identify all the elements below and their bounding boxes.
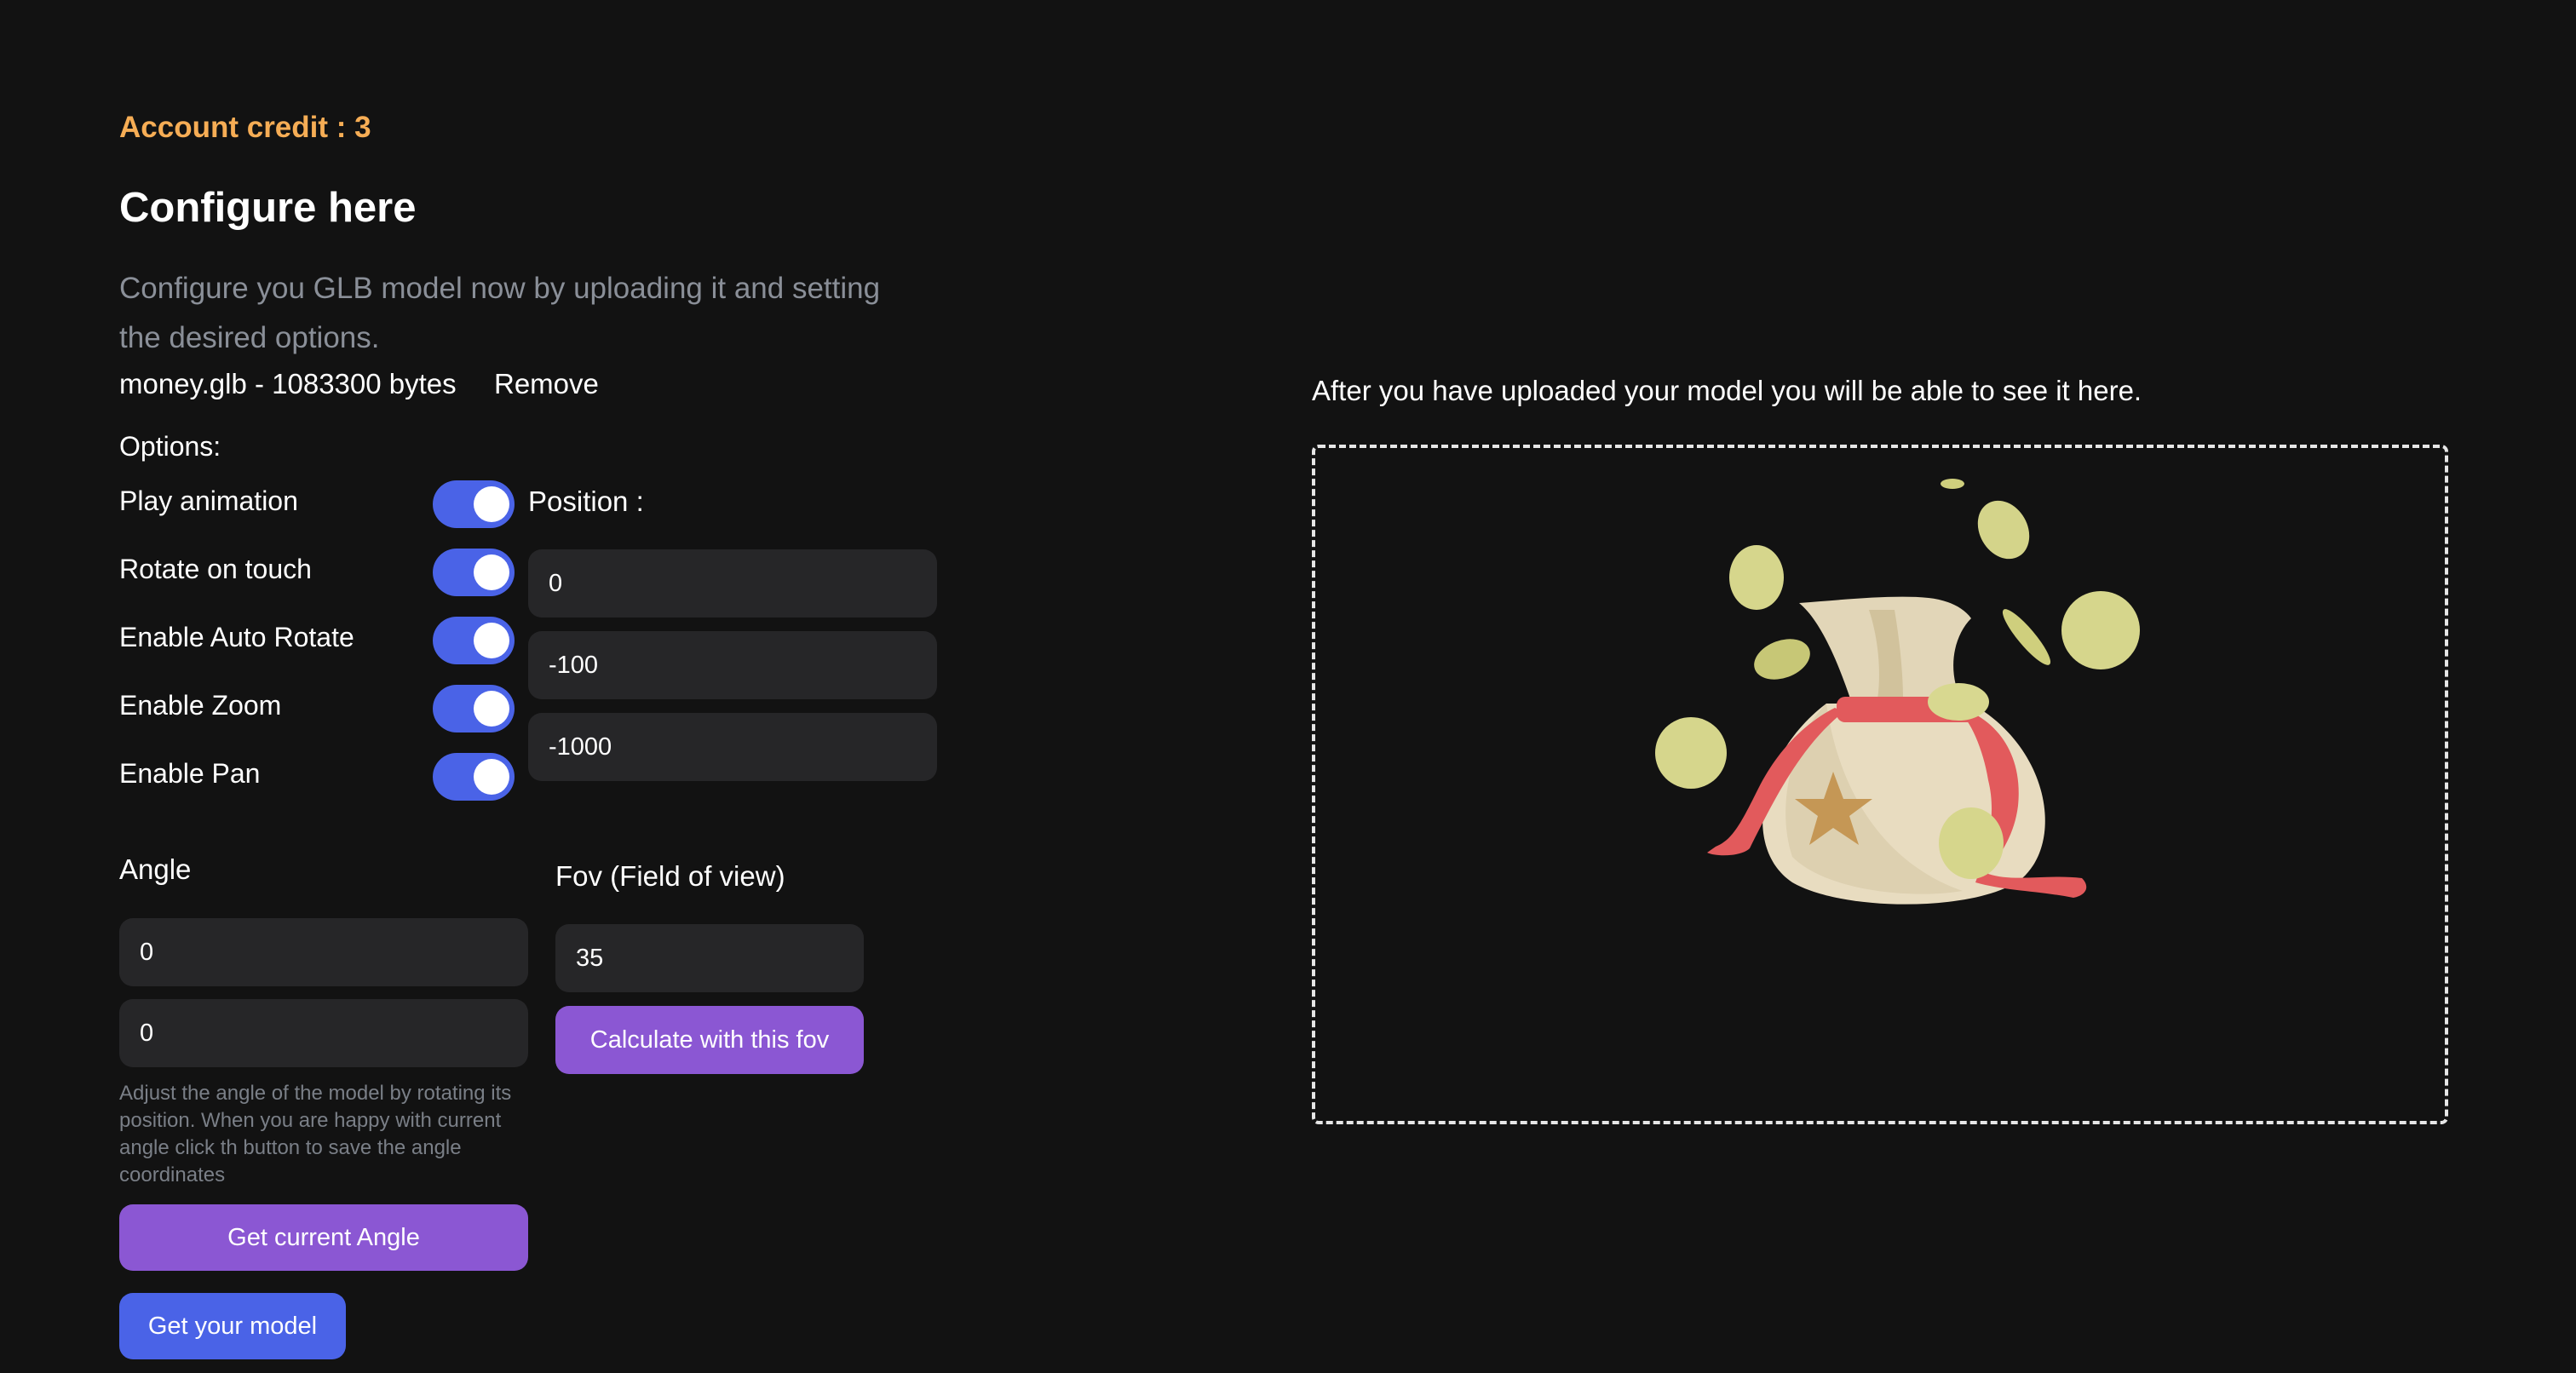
auto-rotate-toggle[interactable] (433, 617, 515, 664)
toggle-knob (474, 554, 509, 590)
get-current-angle-button[interactable]: Get current Angle (119, 1204, 528, 1271)
get-your-model-button[interactable]: Get your model (119, 1293, 346, 1359)
page-title: Configure here (119, 185, 417, 231)
rotate-on-touch-label: Rotate on touch (119, 554, 312, 584)
toggle-knob (474, 486, 509, 522)
enable-zoom-label: Enable Zoom (119, 690, 282, 721)
toggle-knob (474, 691, 509, 727)
configure-page: Account credit : 3 Configure here Config… (0, 0, 2576, 1373)
calculate-fov-button[interactable]: Calculate with this fov (555, 1006, 864, 1074)
enable-pan-label: Enable Pan (119, 758, 261, 789)
fov-input[interactable] (555, 924, 864, 992)
play-animation-toggle[interactable] (433, 480, 515, 528)
angle-a-input[interactable] (119, 918, 528, 986)
uploaded-file-info: money.glb - 1083300 bytes (119, 368, 457, 399)
auto-rotate-label: Enable Auto Rotate (119, 622, 354, 652)
enable-zoom-toggle[interactable] (433, 685, 515, 732)
viewer-caption: After you have uploaded your model you w… (1312, 375, 2142, 406)
page-description: Configure you GLB model now by uploading… (119, 272, 881, 354)
angle-label: Angle (119, 853, 192, 885)
remove-file-button[interactable]: Remove (494, 368, 599, 400)
account-credit: Account credit : 3 (119, 111, 371, 144)
position-label: Position : (528, 485, 644, 517)
play-animation-label: Play animation (119, 485, 298, 516)
money-bag-icon (1655, 479, 2140, 905)
position-z-input[interactable] (528, 713, 937, 781)
angle-b-input[interactable] (119, 999, 528, 1067)
toggle-knob (474, 759, 509, 795)
options-label: Options: (119, 431, 221, 462)
position-y-input[interactable] (528, 631, 937, 699)
toggle-knob (474, 623, 509, 658)
enable-pan-toggle[interactable] (433, 753, 515, 801)
fov-label: Fov (Field of view) (555, 860, 785, 892)
position-x-input[interactable] (528, 549, 937, 618)
rotate-on-touch-toggle[interactable] (433, 549, 515, 596)
model-viewer[interactable] (1312, 445, 2448, 1124)
angle-help-text: Adjust the angle of the model by rotatin… (119, 1082, 512, 1186)
